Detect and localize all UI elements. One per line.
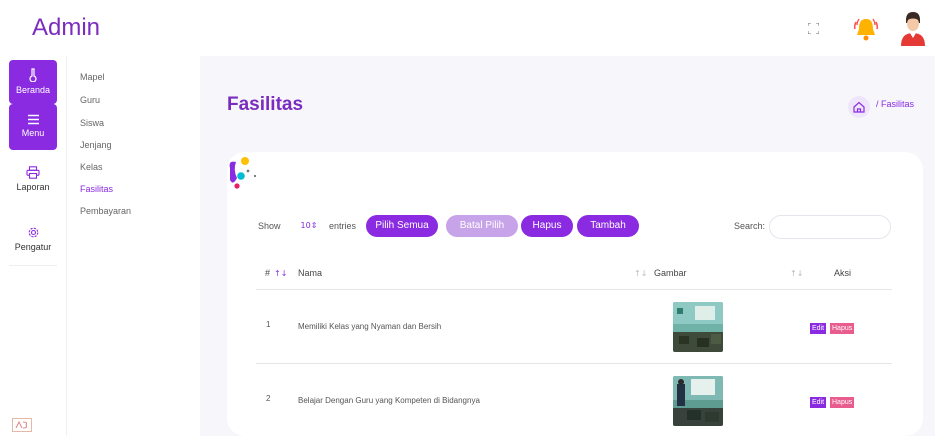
entries-value: 10 bbox=[300, 221, 311, 230]
table-row: 2 Belajar Dengan Guru yang Kompeten di B… bbox=[256, 364, 892, 436]
submenu-item-fasilitas[interactable]: Fasilitas bbox=[80, 184, 113, 194]
sort-icon[interactable]: ↑↓ bbox=[790, 269, 803, 278]
tambah-button[interactable]: Tambah bbox=[577, 215, 639, 237]
select-arrow-icon: ⇕ bbox=[310, 221, 318, 230]
table-header: # ↑↓ Nama ↑↓ Gambar ↑↓ Aksi bbox=[256, 256, 892, 290]
row-name: Belajar Dengan Guru yang Kompeten di Bid… bbox=[298, 396, 480, 405]
top-bar: Admin bbox=[0, 0, 935, 56]
rail-item-laporan[interactable]: Laporan bbox=[9, 160, 57, 200]
hapus-button[interactable]: Hapus bbox=[521, 215, 573, 237]
rail-item-pengatur[interactable]: Pengatur bbox=[9, 216, 57, 266]
header-gambar[interactable]: Gambar bbox=[654, 268, 687, 278]
row-number: 1 bbox=[266, 320, 271, 329]
submenu-item-jenjang[interactable]: Jenjang bbox=[80, 140, 112, 150]
search-input[interactable] bbox=[769, 215, 891, 239]
facility-image bbox=[673, 302, 723, 352]
table-row: 1 Memiliki Kelas yang Nyaman dan Bersih … bbox=[256, 290, 892, 364]
rail-item-label: Menu bbox=[21, 128, 45, 138]
search-label: Search: bbox=[734, 221, 766, 231]
bell-icon[interactable] bbox=[851, 14, 881, 44]
decorative-blob-icon bbox=[229, 157, 256, 189]
main-content: Fasilitas / Fasilitas Show 10⇕ entries P… bbox=[200, 56, 935, 436]
submenu-item-mapel[interactable]: Mapel bbox=[80, 72, 105, 82]
pilih-semua-button[interactable]: Pilih Semua bbox=[366, 215, 438, 237]
rail-item-label: Beranda bbox=[15, 85, 51, 95]
header-aksi: Aksi bbox=[834, 268, 852, 278]
hamburger-icon bbox=[27, 114, 39, 125]
submenu: Mapel Guru Siswa Jenjang Kelas Fasilitas… bbox=[66, 56, 200, 436]
avatar[interactable] bbox=[898, 10, 928, 46]
submenu-item-pembayaran[interactable]: Pembayaran bbox=[80, 206, 131, 216]
fullscreen-icon[interactable] bbox=[808, 23, 819, 34]
edit-button[interactable]: Edit bbox=[810, 323, 827, 334]
page-title: Fasilitas bbox=[227, 94, 304, 115]
edit-button[interactable]: Edit bbox=[810, 397, 827, 408]
submenu-item-kelas[interactable]: Kelas bbox=[80, 162, 103, 172]
home-icon bbox=[853, 101, 865, 113]
table-controls: Show 10⇕ entries Pilih Semua Batal Pilih… bbox=[229, 214, 925, 239]
rail-item-beranda[interactable]: Beranda bbox=[9, 60, 57, 104]
batal-pilih-button[interactable]: Batal Pilih bbox=[446, 215, 518, 237]
submenu-item-siswa[interactable]: Siswa bbox=[80, 118, 104, 128]
footer-logo-icon bbox=[12, 418, 32, 432]
rail-item-label: Pengatur bbox=[14, 242, 52, 252]
submenu-item-guru[interactable]: Guru bbox=[80, 95, 100, 105]
breadcrumb: / Fasilitas bbox=[876, 99, 915, 109]
show-label: Show bbox=[258, 221, 281, 231]
rail-item-label: Laporan bbox=[16, 182, 50, 192]
header-no[interactable]: # bbox=[265, 268, 270, 278]
entries-label: entries bbox=[329, 221, 357, 231]
gear-icon bbox=[28, 227, 38, 238]
thermometer-icon bbox=[29, 68, 37, 82]
entries-select[interactable]: 10⇕ bbox=[295, 216, 323, 236]
facility-image bbox=[673, 376, 723, 426]
row-number: 2 bbox=[266, 394, 271, 403]
rail-item-menu[interactable]: Menu bbox=[9, 104, 57, 150]
printer-icon bbox=[26, 166, 40, 179]
app-title: Admin bbox=[32, 14, 101, 41]
left-rail: Beranda Menu Laporan Pengatur bbox=[0, 56, 65, 436]
header-nama[interactable]: Nama bbox=[298, 268, 322, 278]
sort-asc-icon[interactable]: ↑↓ bbox=[274, 269, 287, 278]
sort-icon[interactable]: ↑↓ bbox=[634, 269, 647, 278]
delete-button[interactable]: Hapus bbox=[830, 397, 855, 408]
delete-button[interactable]: Hapus bbox=[830, 323, 855, 334]
row-name: Memiliki Kelas yang Nyaman dan Bersih bbox=[298, 322, 442, 331]
breadcrumb-home[interactable] bbox=[848, 96, 870, 118]
